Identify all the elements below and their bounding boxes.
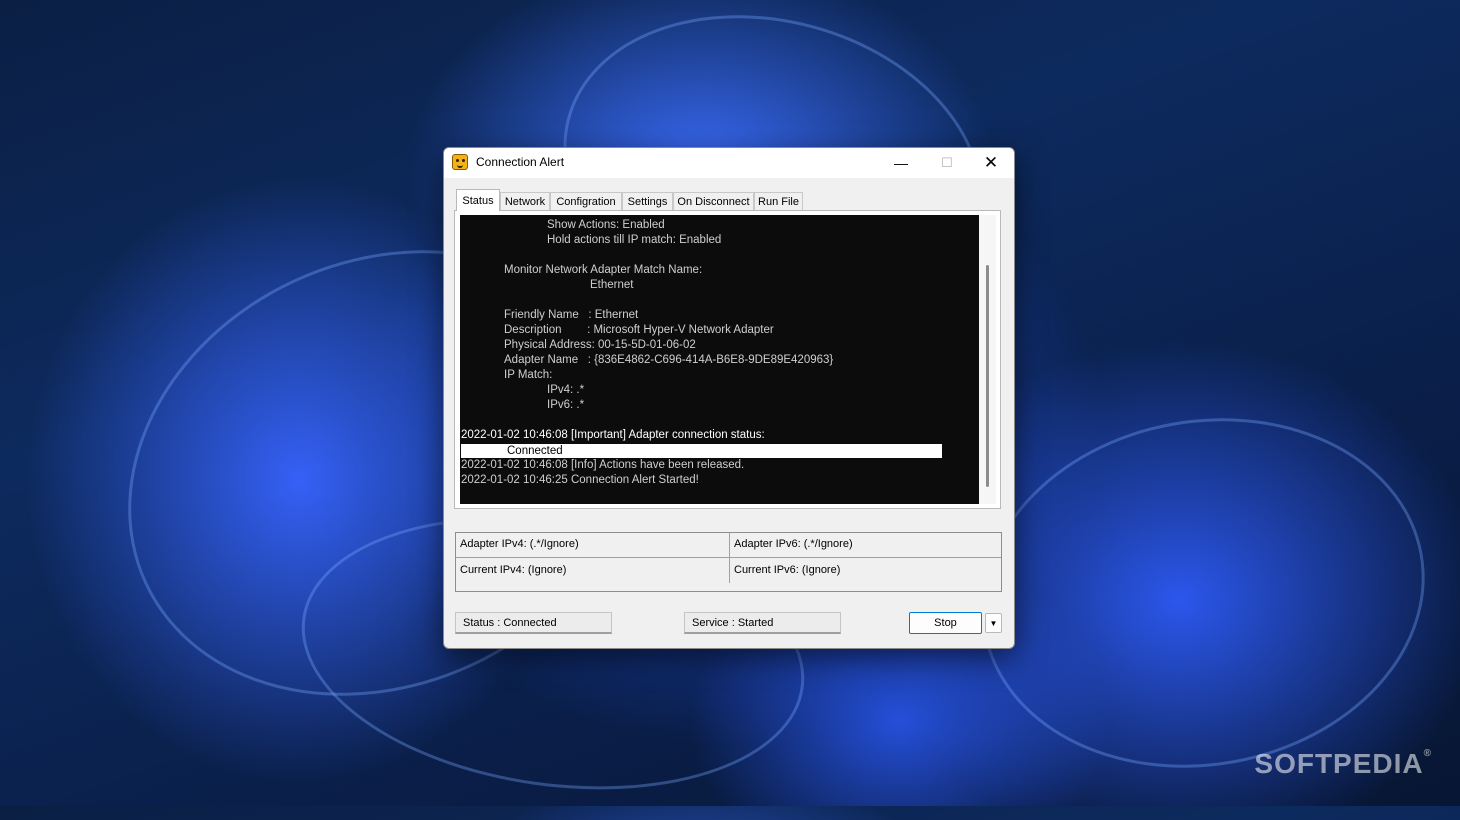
log-line: IPv6: .* [547,399,585,411]
log-line-connected-highlight: Connected [461,444,942,458]
tab-network[interactable]: Network [500,192,550,211]
log-line: Monitor Network Adapter Match Name: [504,264,703,276]
log-line: IPv4: .* [547,384,585,396]
table-divider [729,533,730,583]
softpedia-watermark: SOFTPEDIA® [1254,748,1432,779]
tab-settings[interactable]: Settings [622,192,673,211]
log-scrollbar-thumb[interactable] [986,265,989,487]
status-log[interactable]: Show Actions: Enabled Hold actions till … [460,215,979,504]
current-ipv6-cell: Current IPv6: (Ignore) [734,564,841,576]
title-bar[interactable]: Connection Alert — ☐ ✕ [444,148,1014,178]
log-line: 2022-01-02 10:46:08 [Info] Actions have … [461,459,745,471]
ip-info-table: Adapter IPv4: (.*/Ignore) Adapter IPv6: … [455,532,1002,592]
log-line: Hold actions till IP match: Enabled [547,234,722,246]
connection-alert-window: Connection Alert — ☐ ✕ Status Network Co… [443,147,1015,649]
log-scrollbar[interactable] [979,215,996,504]
tab-configration[interactable]: Configration [550,192,622,211]
log-line: IP Match: [504,369,553,381]
log-line: Friendly Name : Ethernet [504,309,639,321]
tab-run-file[interactable]: Run File [754,192,803,211]
log-line-important: 2022-01-02 10:46:08 [Important] Adapter … [461,429,765,441]
app-smiley-icon [452,154,468,170]
log-line: Show Actions: Enabled [547,219,665,231]
log-line: Adapter Name : {836E4862-C696-414A-B6E8-… [504,354,834,366]
adapter-ipv6-cell: Adapter IPv6: (.*/Ignore) [734,538,853,550]
stop-dropdown-button[interactable]: ▼ [985,613,1002,633]
tab-on-disconnect[interactable]: On Disconnect [673,192,754,211]
minimize-button[interactable]: — [878,148,924,178]
log-line: 2022-01-02 10:46:25 Connection Alert Sta… [461,474,699,486]
current-ipv4-cell: Current IPv4: (Ignore) [460,564,567,576]
tab-status[interactable]: Status [456,189,500,211]
maximize-button[interactable]: ☐ [924,148,970,178]
service-status-box: Service : Started [684,612,841,634]
window-title: Connection Alert [476,155,565,169]
log-line: Physical Address: 00-15-5D-01-06-02 [504,339,696,351]
connection-status-box: Status : Connected [455,612,612,634]
adapter-ipv4-cell: Adapter IPv4: (.*/Ignore) [460,538,579,550]
log-line: Description : Microsoft Hyper-V Network … [504,324,774,336]
log-line: Ethernet [590,279,634,291]
close-button[interactable]: ✕ [968,148,1014,178]
stop-button[interactable]: Stop [909,612,982,634]
